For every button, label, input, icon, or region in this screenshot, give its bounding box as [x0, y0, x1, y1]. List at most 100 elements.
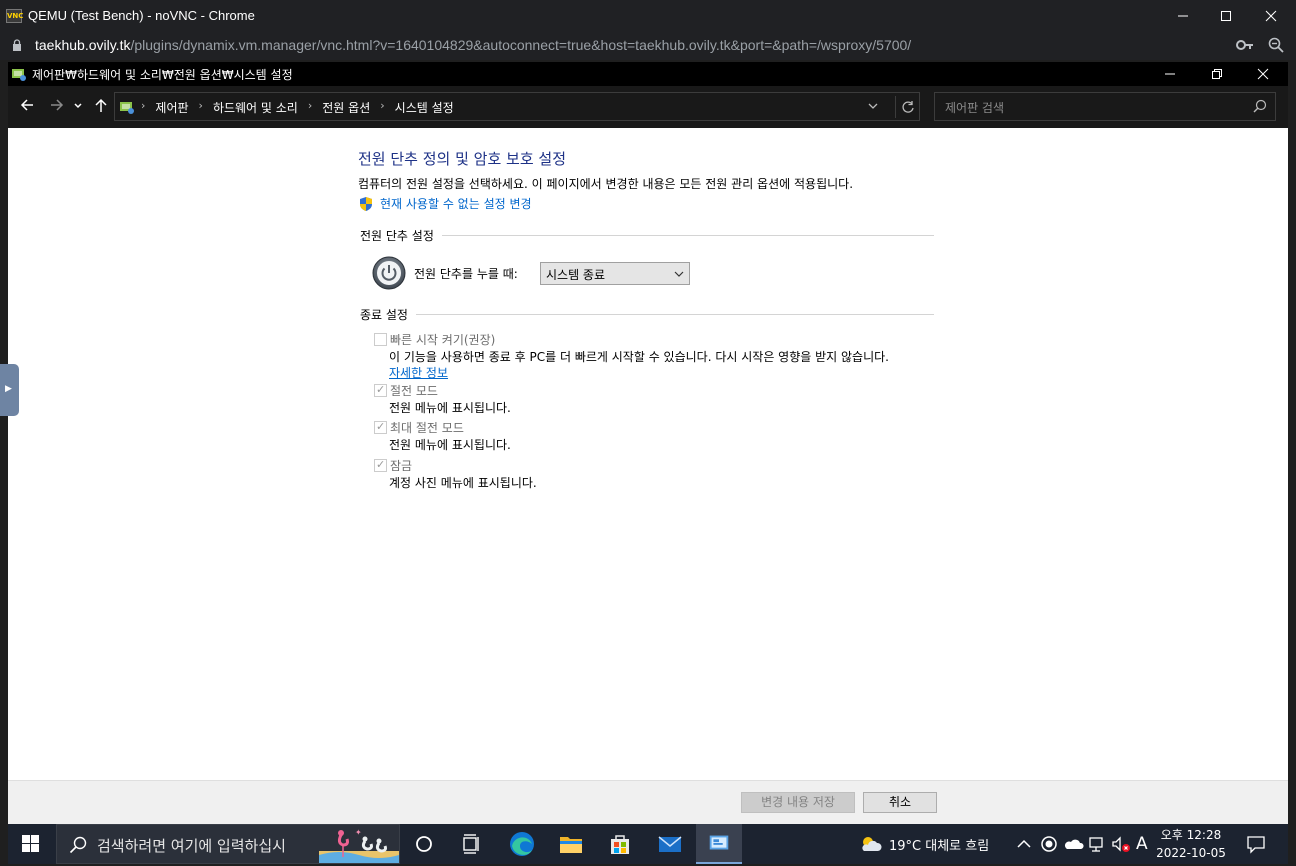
search-placeholder: 제어판 검색: [945, 101, 1005, 115]
onedrive-icon[interactable]: [1064, 836, 1084, 852]
control-panel-icon: [12, 69, 26, 81]
breadcrumb-item[interactable]: 시스템 설정: [395, 99, 454, 116]
widgets-icon[interactable]: [458, 830, 486, 858]
breadcrumb[interactable]: › 제어판 › 하드웨어 및 소리 › 전원 옵션 › 시스템 설정: [114, 92, 920, 121]
lock-checkbox[interactable]: [374, 458, 387, 472]
search-input[interactable]: 제어판 검색: [934, 92, 1276, 121]
uac-shield-icon: [360, 196, 372, 211]
back-button[interactable]: [17, 97, 37, 117]
power-button-action-value: 시스템 종료: [546, 267, 606, 282]
search-icon[interactable]: [1253, 99, 1267, 113]
recent-locations-button[interactable]: [71, 97, 85, 117]
chevron-up-icon[interactable]: [1016, 836, 1032, 852]
zoom-icon[interactable]: [1268, 37, 1284, 53]
maximize-icon: [1221, 11, 1231, 21]
power-button-setting: 전원 단추를 누를 때: 시스템 종료: [372, 256, 690, 290]
forward-button[interactable]: [47, 97, 67, 117]
url-path: /plugins/dynamix.vm.manager/vnc.html?v=1…: [130, 37, 912, 53]
input-method-indicator[interactable]: A: [1136, 824, 1148, 864]
vnc-logo-icon: VNC: [6, 9, 23, 23]
explorer-restore-button[interactable]: [1194, 62, 1240, 86]
option-description: 전원 메뉴에 표시됩니다.: [389, 438, 511, 452]
clock-date: 2022-10-05: [1156, 846, 1226, 860]
restore-icon: [1212, 69, 1222, 79]
breadcrumb-item[interactable]: 제어판: [155, 99, 188, 116]
close-icon: [1265, 10, 1277, 22]
breadcrumb-separator: ›: [380, 99, 385, 112]
up-arrow-icon: [95, 98, 107, 112]
up-button[interactable]: [91, 97, 111, 117]
hibernate-checkbox[interactable]: [374, 420, 387, 434]
page-title: 전원 단추 정의 및 암호 보호 설정: [358, 150, 567, 168]
expand-arrow-icon: ▶: [5, 384, 12, 394]
file-explorer-icon[interactable]: [557, 830, 585, 858]
mail-icon[interactable]: [656, 830, 684, 858]
refresh-button[interactable]: [895, 96, 919, 118]
browser-window-title: QEMU (Test Bench) - noVNC - Chrome: [28, 8, 255, 23]
minimize-icon: [1178, 15, 1188, 17]
more-info-link[interactable]: 자세한 정보: [389, 364, 448, 381]
key-icon[interactable]: [1236, 38, 1254, 52]
breadcrumb-separator: ›: [141, 99, 146, 112]
record-icon[interactable]: [1040, 835, 1058, 853]
cancel-button[interactable]: 취소: [863, 792, 937, 813]
save-changes-button[interactable]: 변경 내용 저장: [741, 792, 855, 813]
lock-icon[interactable]: [12, 39, 22, 52]
breadcrumb-item[interactable]: 하드웨어 및 소리: [213, 99, 298, 116]
vnc-screen[interactable]: 제어판₩하드웨어 및 소리₩전원 옵션₩시스템 설정 › 제어판 › 하드웨어 …: [8, 62, 1288, 824]
task-view-icon[interactable]: [410, 830, 438, 858]
chevron-down-icon: [674, 271, 684, 277]
option-label: 절전 모드: [390, 384, 438, 398]
clock-time: 오후 12:28: [1160, 828, 1222, 842]
change-unavailable-settings-text: 현재 사용할 수 없는 설정 변경: [380, 197, 532, 211]
dialog-footer: 변경 내용 저장 취소: [8, 780, 1288, 824]
windows-start-icon[interactable]: [22, 835, 39, 852]
chevron-down-icon: [868, 103, 878, 109]
explorer-title-bar: 제어판₩하드웨어 및 소리₩전원 옵션₩시스템 설정: [8, 62, 1288, 86]
main-content: 전원 단추 정의 및 암호 보호 설정 컴퓨터의 전원 설정을 선택하세요. 이…: [8, 128, 1288, 780]
weather-text: 19°C 대체로 흐림: [889, 838, 990, 854]
browser-title-bar: VNC QEMU (Test Bench) - noVNC - Chrome: [0, 0, 1296, 32]
explorer-navigation-bar: › 제어판 › 하드웨어 및 소리 › 전원 옵션 › 시스템 설정 제어판 검…: [8, 86, 1288, 128]
address-dropdown-button[interactable]: [867, 98, 879, 117]
address-bar[interactable]: taekhub.ovily.tk/plugins/dynamix.vm.mana…: [0, 32, 1296, 60]
edge-browser-icon[interactable]: [508, 830, 536, 858]
weather-widget[interactable]: 19°C 대체로 흐림: [858, 824, 989, 864]
taskbar-search-box[interactable]: 검색하려면 여기에 입력하십시 ✦: [56, 824, 400, 864]
explorer-close-button[interactable]: [1240, 62, 1286, 86]
url-host: taekhub.ovily.tk: [35, 37, 131, 53]
option-label: 잠금: [390, 459, 413, 473]
cloudy-weather-icon: [862, 837, 882, 851]
option-description: 계정 사진 메뉴에 표시됩니다.: [389, 476, 537, 490]
minimize-icon: [1165, 73, 1175, 75]
maximize-button[interactable]: [1203, 0, 1249, 32]
control-panel-icon: [120, 102, 134, 114]
screen: VNC QEMU (Test Bench) - noVNC - Chrome t…: [0, 0, 1296, 866]
microsoft-store-icon[interactable]: [606, 830, 634, 858]
close-icon: [1257, 68, 1269, 80]
option-description: 전원 메뉴에 표시됩니다.: [389, 401, 511, 415]
novnc-control-bar-handle[interactable]: ▶: [0, 364, 19, 416]
power-button-action-select[interactable]: 시스템 종료: [540, 261, 690, 285]
back-arrow-icon: [20, 99, 33, 111]
breadcrumb-separator: ›: [198, 99, 203, 112]
section-divider: [415, 314, 934, 315]
volume-muted-icon[interactable]: [1111, 835, 1131, 853]
close-button[interactable]: [1248, 0, 1294, 32]
taskbar: 검색하려면 여기에 입력하십시 ✦ 19°C 대체로 흐림 A 오후 12:28…: [8, 824, 1288, 864]
control-panel-taskbar-button[interactable]: [696, 824, 742, 864]
notification-center-icon[interactable]: [1246, 834, 1266, 854]
url-text[interactable]: taekhub.ovily.tk/plugins/dynamix.vm.mana…: [35, 37, 911, 53]
minimize-button[interactable]: [1160, 0, 1206, 32]
option-description: 이 기능을 사용하면 종료 후 PC를 더 빠르게 시작할 수 있습니다. 다시…: [389, 350, 889, 364]
explorer-minimize-button[interactable]: [1147, 62, 1193, 86]
search-icon: [69, 836, 87, 854]
fast-startup-checkbox[interactable]: [374, 333, 387, 346]
breadcrumb-items: › 제어판 › 하드웨어 및 소리 › 전원 옵션 › 시스템 설정: [141, 99, 454, 116]
system-clock[interactable]: 오후 12:28 2022-10-05: [1154, 826, 1228, 862]
sleep-checkbox[interactable]: [374, 383, 387, 397]
breadcrumb-item[interactable]: 전원 옵션: [322, 99, 370, 116]
option-label: 빠른 시작 켜기(권장): [390, 333, 496, 347]
network-icon[interactable]: [1088, 835, 1106, 853]
change-unavailable-settings-link[interactable]: 현재 사용할 수 없는 설정 변경: [358, 195, 532, 212]
